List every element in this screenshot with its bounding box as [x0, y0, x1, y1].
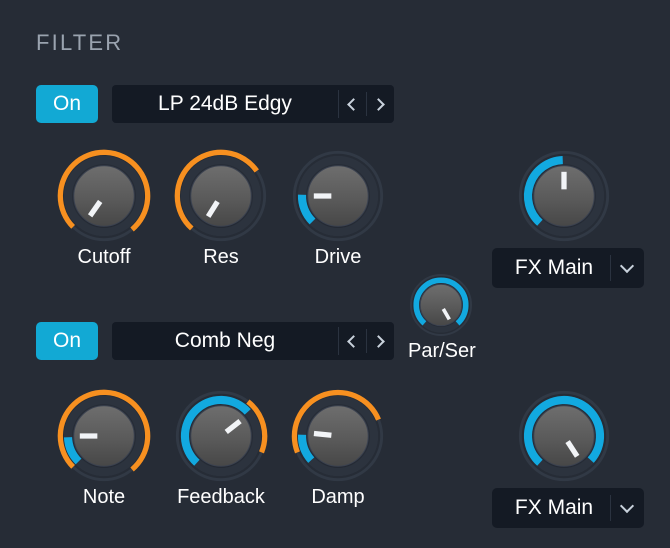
knob-cutoff-label: Cutoff	[77, 246, 131, 268]
filter-panel: FILTER On LP 24dB Edgy Cutoff Res Drive …	[0, 0, 670, 548]
knob-damp-label: Damp	[311, 486, 365, 508]
filter2-preset-prev-button[interactable]	[338, 322, 366, 360]
fx-main-dropdown-top[interactable]: FX Main	[492, 248, 644, 288]
knob-note-label: Note	[82, 486, 126, 508]
knob-res[interactable]: Res	[173, 148, 269, 269]
knob-fx-main-top[interactable]	[516, 148, 612, 244]
filter1-preset-value[interactable]: LP 24dB Edgy	[112, 85, 338, 123]
filter1-power-button[interactable]: On	[36, 85, 98, 123]
chevron-down-icon	[619, 258, 635, 274]
filter1-preset-selector[interactable]: LP 24dB Edgy	[112, 85, 394, 123]
filter1-preset-next-button[interactable]	[366, 85, 394, 123]
fx-main-dropdown-top-value[interactable]: FX Main	[492, 248, 610, 288]
chevron-right-icon	[372, 97, 385, 111]
knob-par-ser[interactable]: Par/Ser	[408, 272, 476, 363]
knob-fx-main-bottom[interactable]	[516, 388, 612, 484]
fx-main-dropdown-bottom-value[interactable]: FX Main	[492, 488, 610, 528]
knob-drive[interactable]: Drive	[290, 148, 386, 269]
filter2-power-button[interactable]: On	[36, 322, 98, 360]
page-title: FILTER	[36, 30, 124, 55]
fx-main-dropdown-top-arrow[interactable]	[610, 248, 644, 288]
fx-main-dropdown-bottom[interactable]: FX Main	[492, 488, 644, 528]
chevron-left-icon	[347, 334, 360, 348]
filter2-preset-value[interactable]: Comb Neg	[112, 322, 338, 360]
knob-note[interactable]: Note	[56, 388, 152, 509]
filter2-preset-selector[interactable]: Comb Neg	[112, 322, 394, 360]
chevron-down-icon	[619, 498, 635, 514]
knob-drive-label: Drive	[314, 246, 362, 268]
filter2-preset-nav	[338, 322, 394, 360]
knob-feedback[interactable]: Feedback	[173, 388, 269, 509]
knob-damp[interactable]: Damp	[290, 388, 386, 509]
filter2-preset-next-button[interactable]	[366, 322, 394, 360]
knob-par-ser-label: Par/Ser	[408, 340, 476, 362]
filter1-preset-nav	[338, 85, 394, 123]
knob-cutoff[interactable]: Cutoff	[56, 148, 152, 269]
fx-main-dropdown-bottom-arrow[interactable]	[610, 488, 644, 528]
chevron-right-icon	[372, 334, 385, 348]
filter1-preset-prev-button[interactable]	[338, 85, 366, 123]
knob-feedback-label: Feedback	[177, 486, 265, 508]
knob-res-label: Res	[203, 246, 239, 268]
chevron-left-icon	[347, 97, 360, 111]
